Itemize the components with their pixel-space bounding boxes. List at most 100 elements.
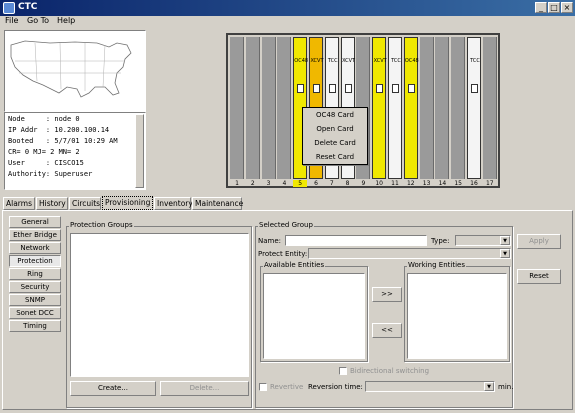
ctx-oc48-card[interactable]: OC48 Card xyxy=(303,111,367,119)
user-line: User : CISCO15 xyxy=(8,159,84,167)
tab-provisioning[interactable]: Provisioning xyxy=(102,196,153,210)
selected-group-label: Selected Group xyxy=(258,221,314,229)
delete-button[interactable]: Delete... xyxy=(160,381,249,396)
sidetab-snmp[interactable]: SNMP xyxy=(9,294,61,306)
ctx-reset-card[interactable]: Reset Card xyxy=(303,153,367,161)
reset-button[interactable]: Reset xyxy=(517,269,561,284)
available-entities-list[interactable] xyxy=(263,273,365,359)
shelf-slot-13[interactable] xyxy=(419,37,434,179)
shelf-slot-11[interactable]: TCC xyxy=(388,37,402,179)
tab-alarms[interactable]: Alarms xyxy=(3,197,35,210)
sidetab-general[interactable]: General xyxy=(9,216,61,228)
menu-help[interactable]: Help xyxy=(57,16,75,25)
ctx-open-card[interactable]: Open Card xyxy=(303,125,367,133)
revertive-checkbox[interactable] xyxy=(259,383,267,391)
info-scrollbar[interactable] xyxy=(135,114,144,188)
slot-number: 17 xyxy=(485,180,494,187)
shelf-slot-17[interactable] xyxy=(482,37,497,179)
slot-number: 15 xyxy=(454,180,462,187)
slot-number: 3 xyxy=(266,180,271,187)
shelf-slot-12[interactable]: OC48 xyxy=(403,37,419,179)
menu-file[interactable]: File xyxy=(5,16,18,25)
shelf-slot-2[interactable] xyxy=(245,37,260,179)
sidetab-timing[interactable]: Timing xyxy=(9,320,61,332)
shelf-slot-1[interactable] xyxy=(230,37,244,179)
slot-number: 1 xyxy=(235,180,239,187)
app-icon xyxy=(3,2,15,14)
card-label: OC48 xyxy=(404,58,419,64)
slot-number: 10 xyxy=(375,180,383,187)
protection-groups-label: Protection Groups xyxy=(69,221,134,229)
working-entities-list[interactable] xyxy=(407,273,507,359)
node-line: Node : node 0 xyxy=(8,115,80,123)
shelf-slot-15[interactable] xyxy=(451,37,466,179)
tab-maintenance[interactable]: Maintenance xyxy=(192,197,243,210)
slot-number: 5 xyxy=(293,180,308,187)
card-port-icon xyxy=(407,84,415,93)
card-port-icon xyxy=(313,84,320,93)
move-left-button[interactable]: << xyxy=(372,323,402,338)
card-context-menu: OC48 Card Open Card Delete Card Reset Ca… xyxy=(302,107,368,165)
card-port-icon xyxy=(376,84,384,93)
card-port-icon xyxy=(392,84,399,93)
ctx-delete-card[interactable]: Delete Card xyxy=(303,139,367,147)
slot-number: 12 xyxy=(406,180,415,187)
menu-goto[interactable]: Go To xyxy=(27,16,49,25)
slot-number: 11 xyxy=(391,180,399,187)
chevron-down-icon: ▼ xyxy=(500,236,510,245)
shelf-slot-16[interactable]: TCC xyxy=(467,37,481,179)
bidirectional-label: Bidirectional switching xyxy=(350,367,430,375)
alarm-count-line: CR= 0 MJ= 2 MN= 2 xyxy=(8,148,80,156)
network-map[interactable] xyxy=(4,30,146,112)
sidetab-sonet-dcc[interactable]: Sonet DCC xyxy=(9,307,61,319)
name-input[interactable] xyxy=(285,235,427,246)
protect-entity-select[interactable]: ▼ xyxy=(308,248,511,259)
card-label: TCC xyxy=(391,58,401,64)
minutes-label: min. xyxy=(498,383,514,391)
slot-number: 9 xyxy=(361,180,366,187)
close-button[interactable]: × xyxy=(561,2,573,13)
menu-bar: File Go To Help xyxy=(0,16,575,28)
window-title: CTC xyxy=(18,2,38,12)
protect-entity-label: Protect Entity: xyxy=(258,250,308,258)
maximize-button[interactable]: □ xyxy=(548,2,560,13)
bidirectional-checkbox[interactable] xyxy=(339,367,347,375)
apply-button[interactable]: Apply xyxy=(517,234,561,249)
title-bar: CTC _ □ × xyxy=(0,0,575,16)
chevron-down-icon: ▼ xyxy=(484,382,494,391)
available-entities-label: Available Entities xyxy=(263,261,326,269)
tab-history[interactable]: History xyxy=(36,197,68,210)
shelf-slot-3[interactable] xyxy=(261,37,276,179)
type-select[interactable]: ▼ xyxy=(455,235,511,246)
sidetab-security[interactable]: Security xyxy=(9,281,61,293)
slot-number: 14 xyxy=(438,180,447,187)
slot-number: 7 xyxy=(329,180,334,187)
create-button[interactable]: Create... xyxy=(70,381,156,396)
slot-number: 16 xyxy=(470,180,478,187)
sidetab-ether-bridge[interactable]: Ether Bridge xyxy=(9,229,61,241)
card-port-icon xyxy=(344,84,352,93)
us-map-icon xyxy=(10,40,132,98)
shelf-slot-10[interactable]: XCVT xyxy=(372,37,387,179)
shelf-slot-14[interactable] xyxy=(435,37,450,179)
card-label: OC48 xyxy=(294,58,309,64)
chevron-down-icon: ▼ xyxy=(500,249,510,258)
tab-circuits[interactable]: Circuits xyxy=(69,197,101,210)
sidetab-protection[interactable]: Protection xyxy=(9,255,61,267)
working-entities-label: Working Entities xyxy=(407,261,466,269)
tab-inventory[interactable]: Inventory xyxy=(154,197,193,210)
type-label: Type: xyxy=(431,237,450,245)
minimize-button[interactable]: _ xyxy=(535,2,547,13)
authority-line: Authority: Superuser xyxy=(8,170,93,178)
shelf-slot-4[interactable] xyxy=(277,37,292,179)
reversion-time-select[interactable]: ▼ xyxy=(365,381,495,392)
card-label: XCVT xyxy=(310,58,324,64)
protection-groups-list[interactable] xyxy=(70,233,249,377)
move-right-button[interactable]: >> xyxy=(372,287,402,302)
card-port-icon xyxy=(471,84,478,93)
booted-line: Booted : 5/7/01 10:29 AM xyxy=(8,137,118,145)
revertive-label: Revertive xyxy=(270,383,304,391)
node-info-panel: Node : node 0 IP Addr : 10.200.100.14 Bo… xyxy=(4,112,146,190)
sidetab-ring[interactable]: Ring xyxy=(9,268,61,280)
sidetab-network[interactable]: Network xyxy=(9,242,61,254)
